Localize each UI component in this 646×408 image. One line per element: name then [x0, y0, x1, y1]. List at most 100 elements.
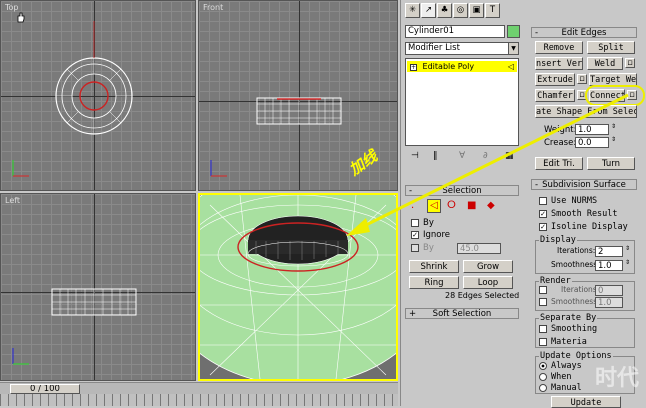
viewport-top[interactable]: Top — [0, 0, 196, 191]
split-button[interactable]: Split — [587, 41, 635, 54]
command-tabs: ✳ ↗ ♣ ◎ ▣ T — [405, 3, 525, 19]
make-unique-icon[interactable]: ∀ — [459, 151, 465, 161]
insert-vertex-button[interactable]: nsert Verte — [535, 57, 583, 70]
edit-edges-rollout-header[interactable]: - Edit Edges — [531, 27, 637, 38]
render-smoothness-checkbox[interactable] — [539, 298, 547, 306]
render-iterations-label: Iterations: — [561, 285, 600, 294]
ring-button[interactable]: Ring — [409, 276, 459, 289]
render-smoothness-label: Smoothness: — [551, 297, 600, 306]
smoothness-field[interactable]: 1.0 — [595, 260, 623, 271]
timeline-ruler — [0, 394, 398, 406]
polygon-icon[interactable]: ■ — [467, 200, 476, 211]
smoothness-spinner-icon[interactable]: ⇕ — [625, 259, 630, 266]
render-iterations-checkbox[interactable] — [539, 286, 547, 294]
smoothing-label: Smoothing — [551, 324, 598, 334]
extrude-button[interactable]: Extrude — [535, 73, 575, 86]
display-group-label: Display — [539, 235, 577, 245]
weight-field[interactable]: 1.0 — [575, 124, 609, 135]
when-radio[interactable] — [539, 373, 547, 381]
hand-cursor-icon — [17, 12, 25, 23]
render-smoothness-field[interactable]: 1.0 — [595, 297, 623, 308]
time-slider[interactable]: 0 / 100 — [10, 384, 80, 394]
turn-button[interactable]: Turn — [587, 157, 635, 170]
always-label: Always — [551, 361, 582, 371]
motion-tab[interactable]: ◎ — [453, 3, 468, 18]
separate-by-label: Separate By — [539, 313, 598, 323]
subdivision-rollout-header[interactable]: - Subdivision Surface — [531, 179, 637, 190]
selection-status: 28 Edges Selected — [445, 291, 520, 300]
selection-level-icons: ⁚ ◁ ⵔ ■ ◆ — [409, 199, 519, 213]
iterations-field[interactable]: 2 — [595, 246, 623, 257]
update-button[interactable]: Update — [551, 396, 621, 408]
smooth-result-checkbox[interactable]: ✓ — [539, 210, 547, 218]
weight-spinner-icon[interactable]: ⇕ — [611, 123, 616, 130]
smoothing-checkbox[interactable] — [539, 325, 547, 333]
soft-selection-rollout-header[interactable]: + Soft Selection — [405, 308, 519, 319]
subdivision-title: Subdivision Surface — [542, 180, 626, 190]
ignore-backfacing-label: Ignore — [423, 230, 451, 240]
use-nurms-checkbox[interactable] — [539, 197, 547, 205]
element-icon[interactable]: ◆ — [487, 200, 495, 211]
by-angle-checkbox[interactable] — [411, 244, 419, 252]
iterations-label: Iterations: — [557, 246, 596, 255]
isoline-display-checkbox[interactable]: ✓ — [539, 223, 547, 231]
crease-field[interactable]: 0.0 — [575, 137, 609, 148]
ignore-backfacing-checkbox[interactable]: ✓ — [411, 231, 419, 239]
smoothness-label: Smoothness: — [551, 260, 600, 269]
watermark-text: 时代 — [595, 366, 640, 391]
object-color-swatch[interactable] — [507, 25, 520, 38]
viewport-perspective[interactable] — [198, 193, 398, 381]
always-radio[interactable] — [539, 362, 547, 370]
iterations-spinner-icon[interactable]: ⇕ — [625, 245, 630, 252]
chamfer-button[interactable]: Chamfer — [535, 89, 575, 102]
command-panel: ✳ ↗ ♣ ◎ ▣ T Cylinder01 Modifier List ▼ +… — [346, 0, 646, 408]
edit-edges-title: Edit Edges — [561, 28, 607, 38]
crease-label: Crease: — [544, 138, 577, 148]
weld-button[interactable]: Weld — [587, 57, 623, 70]
show-end-result-icon[interactable]: ‖ — [433, 151, 438, 161]
manual-label: Manual — [551, 383, 582, 393]
timeline-bar[interactable]: 0 / 100 — [0, 382, 398, 394]
stack-toolbar: ⊣ ‖ ∀ ∂ ▦ — [405, 150, 519, 164]
border-icon[interactable]: ⵔ — [447, 200, 456, 211]
vertex-icon[interactable]: ⁚ — [411, 200, 414, 211]
angle-field[interactable]: 45.0 — [457, 243, 501, 254]
connect-highlight — [585, 85, 645, 106]
loop-button[interactable]: Loop — [463, 276, 513, 289]
modify-tab[interactable]: ↗ — [421, 3, 436, 18]
edit-tri-button[interactable]: Edit Tri. — [535, 157, 583, 170]
manual-radio[interactable] — [539, 384, 547, 392]
axis-gizmo-icon — [12, 160, 29, 177]
hierarchy-tab[interactable]: ♣ — [437, 3, 452, 18]
render-iterations-field[interactable]: 0 — [595, 285, 623, 296]
expand-icon: + — [410, 64, 417, 71]
crease-spinner-icon[interactable]: ⇕ — [611, 136, 616, 143]
configure-sets-icon[interactable]: ▦ — [505, 151, 514, 161]
remove-modifier-icon[interactable]: ∂ — [483, 151, 488, 161]
selection-rollout-header[interactable]: - Selection — [405, 185, 519, 196]
remove-button[interactable]: Remove — [535, 41, 583, 54]
selection-title: Selection — [442, 186, 482, 196]
create-shape-button[interactable]: ate Shape From Select — [535, 105, 637, 118]
collapse-icon: - — [535, 28, 539, 38]
extrude-settings-icon[interactable]: ▫ — [577, 74, 587, 84]
by-vertex-label: By — [423, 218, 434, 228]
shrink-button[interactable]: Shrink — [409, 260, 459, 273]
create-tab[interactable]: ✳ — [405, 3, 420, 18]
materials-checkbox[interactable] — [539, 338, 547, 346]
stack-item-editable-poly[interactable]: + Editable Poly ◁ — [407, 61, 517, 72]
object-name-field[interactable]: Cylinder01 — [405, 25, 505, 38]
pin-icon: ◁ — [507, 62, 514, 71]
edge-icon[interactable]: ◁ — [427, 199, 441, 213]
when-label: When — [551, 372, 572, 382]
chevron-down-icon: ▼ — [508, 43, 518, 54]
weld-settings-icon[interactable]: ▫ — [625, 58, 635, 68]
collapse-icon: - — [409, 186, 413, 196]
display-tab[interactable]: ▣ — [469, 3, 484, 18]
viewport-left[interactable]: Left — [0, 193, 196, 381]
utilities-tab[interactable]: T — [485, 3, 500, 18]
modifier-list-dropdown[interactable]: Modifier List ▼ — [405, 42, 519, 55]
use-nurms-label: Use NURMS — [551, 196, 598, 206]
by-vertex-checkbox[interactable] — [411, 219, 419, 227]
grow-button[interactable]: Grow — [463, 260, 513, 273]
